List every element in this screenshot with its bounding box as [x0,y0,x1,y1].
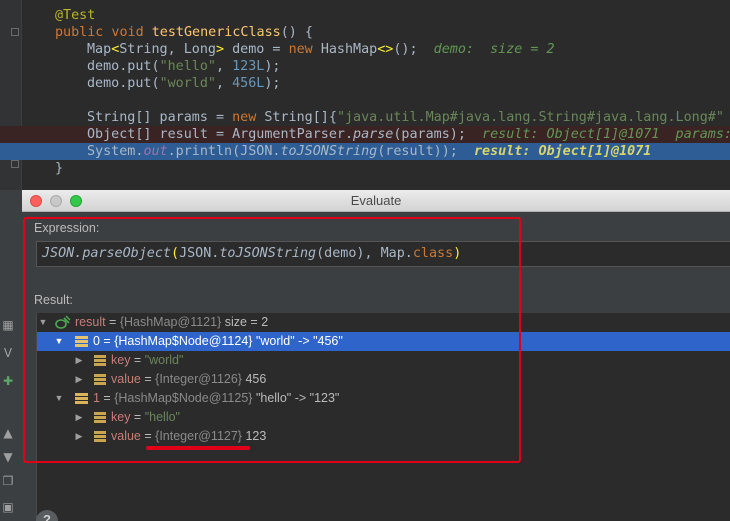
code-token: ); [264,59,281,74]
code-token: "hello" [159,59,216,74]
code-token: demo = [224,42,289,57]
debug-tool-strip: ▦ V ✚ ▲ ▼ ❐ ▣ [0,190,22,521]
code-token: public void [55,25,152,40]
copy-icon[interactable]: ❐ [0,474,16,488]
memory-view-icon[interactable]: ▣ [0,500,16,514]
code-editor[interactable]: @Test public void testGenericClass() {Map… [0,0,730,190]
code-token: new [232,110,265,125]
code-token: (); [393,42,418,57]
code-token: "java.util.Map#java.lang.String#java.lan… [336,110,724,125]
code-token: parse [353,127,394,142]
down-arrow-icon[interactable]: ▼ [0,450,16,464]
code-token: toJSONString [280,144,378,159]
code-token: new [288,42,321,57]
code-token: out [143,144,168,159]
code-token: () { [280,25,313,40]
code-token: } [55,161,64,176]
frames-icon[interactable]: ▦ [0,318,16,332]
code-line[interactable]: Object[] result = ArgumentParser.parse(p… [0,126,730,143]
code-token: (result)); [377,144,458,159]
code-token: (params); [393,127,466,142]
code-token: HashMap [320,42,378,57]
code-token: @Test [55,8,96,23]
code-token: "world" [159,76,216,91]
dialog-titlebar[interactable]: Evaluate [22,190,730,212]
code-line[interactable]: Map<String, Long> demo = new HashMap<>()… [0,41,730,58]
code-line[interactable]: demo.put("world", 456L); [0,75,730,92]
code-line[interactable]: @Test [0,7,730,24]
code-line[interactable]: } [0,160,730,177]
code-token: testGenericClass [151,25,281,40]
code-token: + [724,110,730,125]
add-watch-icon[interactable]: ✚ [0,374,16,388]
code-token: Map [87,42,112,57]
inline-debug-value: demo: size = 2 [417,42,555,57]
code-token: .println(JSON. [167,144,281,159]
code-token: String[]{ [264,110,337,125]
code-token: , [216,76,233,91]
code-line[interactable]: public void testGenericClass() { [0,24,730,41]
code-token: > [216,42,225,57]
code-line[interactable] [0,92,730,109]
variables-tab[interactable]: V [0,346,16,360]
code-token: ); [264,76,281,91]
highlight-underline [146,446,250,450]
code-token: , [216,59,233,74]
inline-debug-value: result: Object[1]@1071 [457,144,652,159]
up-arrow-icon[interactable]: ▲ [0,426,16,440]
code-token: demo.put( [87,59,160,74]
code-line[interactable]: demo.put("hello", 123L); [0,58,730,75]
code-token: System. [87,144,144,159]
code-token: demo.put( [87,76,160,91]
code-token: String, Long [119,42,216,57]
code-token: <> [377,42,394,57]
highlight-frame [23,217,521,463]
code-line[interactable]: String[] params = new String[]{"java.uti… [0,109,730,126]
dialog-title: Evaluate [350,193,402,208]
code-token: String[] params = [87,110,233,125]
code-token: 123L [232,59,265,74]
code-line[interactable]: System.out.println(JSON.toJSONString(res… [0,143,730,160]
code-token: 456L [232,76,265,91]
code-token: Object[] result = ArgumentParser. [87,127,354,142]
inline-debug-value: result: Object[1]@1071 params: [473,127,730,142]
